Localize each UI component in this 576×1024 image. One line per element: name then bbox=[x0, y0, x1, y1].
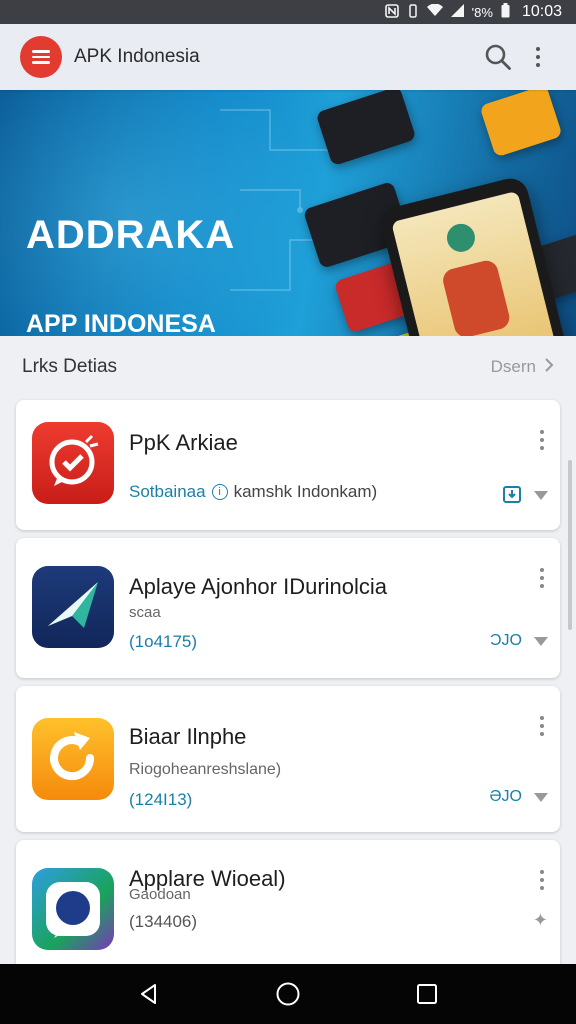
app-tag: ƏJO bbox=[489, 788, 522, 805]
app-name: Biaar Ilnphe bbox=[129, 724, 247, 749]
speech-bubble-icon bbox=[32, 868, 114, 950]
recents-icon[interactable] bbox=[403, 970, 451, 1018]
scrollbar[interactable] bbox=[568, 460, 572, 630]
banner-subtitle: APP INDONESA bbox=[26, 310, 216, 336]
section-header: Lrks Detias Dsern bbox=[0, 336, 576, 398]
section-title: Lrks Detias bbox=[22, 356, 118, 377]
promo-tile bbox=[479, 90, 563, 158]
app-rating-count: (124I13) bbox=[129, 790, 193, 809]
system-nav-bar bbox=[0, 964, 576, 1024]
star-icon[interactable]: ✦ bbox=[533, 910, 548, 931]
dropdown-icon[interactable] bbox=[534, 792, 548, 802]
dropdown-icon[interactable] bbox=[534, 491, 548, 500]
battery-icon bbox=[501, 3, 510, 21]
app-card[interactable]: PpK Arkiae Sotbainaa i kamshk Indonkam) bbox=[16, 400, 560, 530]
info-icon: i bbox=[211, 484, 228, 500]
app-category: Gaodoan bbox=[129, 886, 191, 903]
search-icon[interactable] bbox=[478, 37, 518, 77]
app-developer: kamshk Indonkam) bbox=[233, 482, 378, 501]
app-card[interactable]: Applare Wioeal) Gaodoan (134406) ✦ bbox=[16, 840, 560, 970]
banner-title: ADDRAKA bbox=[26, 213, 236, 257]
phone-mockup bbox=[378, 174, 572, 336]
clock: 10:03 bbox=[521, 3, 562, 20]
more-vert-icon[interactable] bbox=[540, 870, 544, 890]
app-name: Aplaye Ajonhor IDurinolcia bbox=[129, 574, 388, 599]
app-list: PpK Arkiae Sotbainaa i kamshk Indonkam) … bbox=[16, 400, 560, 978]
vibrate-icon bbox=[407, 3, 419, 21]
battery-text: '8% bbox=[471, 4, 493, 20]
home-icon[interactable] bbox=[264, 970, 312, 1018]
app-category: Riogoheanreshslane) bbox=[129, 761, 282, 778]
see-all-link[interactable]: Dsern bbox=[491, 357, 554, 378]
app-tag: ƆJO bbox=[490, 632, 522, 649]
app-name: PpK Arkiae bbox=[129, 430, 238, 455]
app-bar: APK Indonesia bbox=[0, 24, 576, 90]
status-bar: '8% 10:03 bbox=[0, 0, 576, 24]
more-vert-icon[interactable] bbox=[540, 430, 544, 450]
app-meta: Sotbainaa i kamshk Indonkam) bbox=[129, 482, 377, 502]
app-rating-count: (134406) bbox=[129, 912, 198, 931]
dropdown-icon[interactable] bbox=[534, 636, 548, 646]
nfc-icon bbox=[384, 3, 399, 21]
refresh-icon bbox=[32, 718, 114, 800]
more-vert-icon[interactable] bbox=[540, 716, 544, 736]
wifi-icon bbox=[426, 3, 443, 20]
paper-plane-icon bbox=[32, 566, 114, 648]
app-rating-count: (1o4175) bbox=[129, 632, 198, 651]
app-title: APK Indonesia bbox=[74, 46, 200, 67]
app-category: Sotbainaa bbox=[129, 482, 206, 501]
hamburger-icon[interactable] bbox=[20, 36, 62, 78]
more-vert-icon[interactable] bbox=[518, 37, 558, 77]
chat-bubble-icon bbox=[32, 422, 114, 504]
signal-icon bbox=[450, 4, 464, 20]
see-all-label: Dsern bbox=[490, 357, 536, 376]
app-card[interactable]: Biaar Ilnphe Riogoheanreshslane) (124I13… bbox=[16, 686, 560, 832]
download-icon[interactable] bbox=[502, 482, 522, 509]
chevron-right-icon bbox=[544, 357, 554, 378]
hero-banner[interactable]: ADDRAKA APP INDONESA bbox=[0, 90, 576, 336]
back-icon[interactable] bbox=[125, 970, 173, 1018]
app-category: scaa bbox=[129, 604, 161, 621]
app-card[interactable]: Aplaye Ajonhor IDurinolcia scaa (1o4175)… bbox=[16, 538, 560, 678]
more-vert-icon[interactable] bbox=[540, 568, 544, 588]
